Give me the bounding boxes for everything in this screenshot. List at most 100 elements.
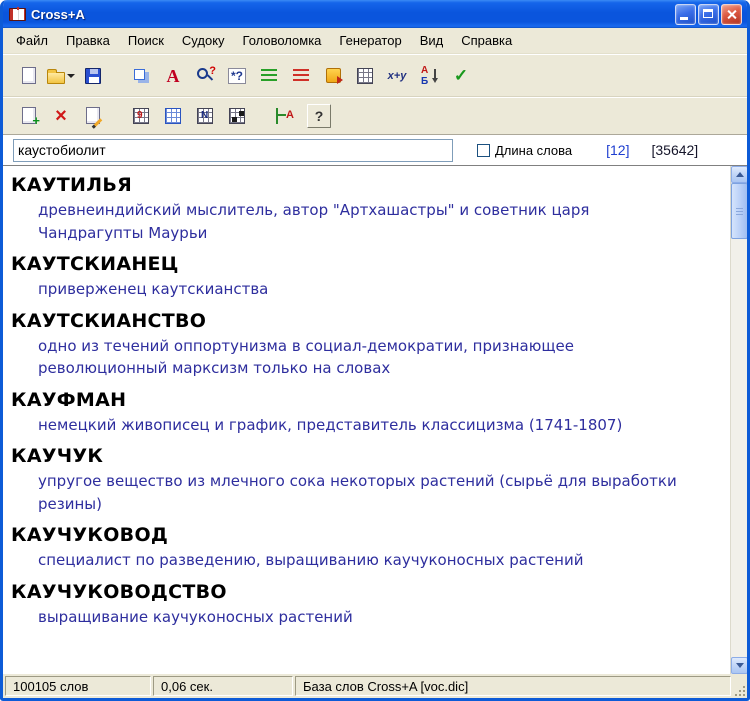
minimize-button[interactable] [675,4,696,25]
app-window: Cross+A Файл Правка Поиск Судоку Головол… [0,0,750,701]
sudoku-grid-icon: 9 [133,108,149,124]
word-length-label: Длина слова [495,143,572,158]
menu-bar: Файл Правка Поиск Судоку Головоломка Ген… [3,28,747,54]
number-grid-button[interactable]: N [189,101,221,131]
red-list-icon [293,69,309,82]
resize-grip[interactable] [732,683,746,697]
puzzle-tool-button[interactable] [317,61,349,91]
entry-word: КАУТСКИАНЕЦ [11,253,720,275]
menu-edit[interactable]: Правка [57,30,119,51]
scrollbar-thumb[interactable] [731,183,747,239]
tree-letter: А [286,109,294,121]
green-list-icon [261,69,277,82]
search-panel: Длина слова [12] [35642] [3,134,747,165]
save-button[interactable] [77,61,109,91]
word-list-button[interactable] [253,61,285,91]
entry-word: КАУЧУК [11,445,720,467]
dictionary-entry[interactable]: КАУЧУКОВОДСТВО выращивание каучуконосных… [11,581,720,629]
add-entry-button[interactable]: + [13,101,45,131]
entry-definition: немецкий живописец и график, представите… [38,414,678,437]
excluded-list-button[interactable] [285,61,317,91]
word-length-value: [12] [606,142,629,158]
scroll-up-icon [736,172,744,177]
add-page-icon: + [22,107,36,124]
dictionary-entry[interactable]: КАУТИЛЬЯ древнеиндийский мыслитель, авто… [11,174,720,244]
sudoku-grid-button[interactable]: 9 [125,101,157,131]
vertical-scrollbar[interactable] [730,166,747,674]
entry-word: КАУТСКИАНСТВО [11,310,720,332]
menu-puzzle[interactable]: Головоломка [234,30,331,51]
crossword-grid-button[interactable] [221,101,253,131]
entry-word: КАУФМАН [11,389,720,411]
title-bar[interactable]: Cross+A [3,0,747,28]
scroll-down-icon [736,663,744,668]
menu-help[interactable]: Справка [452,30,521,51]
maximize-icon [703,9,713,18]
menu-search[interactable]: Поиск [119,30,173,51]
close-icon [722,5,741,24]
match-count: [35642] [651,142,698,158]
save-floppy-icon [85,68,101,84]
entry-word: КАУТИЛЬЯ [11,174,720,196]
pattern-search-button[interactable]: *? [221,61,253,91]
grid-tool-button[interactable] [349,61,381,91]
entry-definition: одно из течений оппортунизма в социал-де… [38,335,678,380]
thesaurus-tree-button[interactable]: А [269,101,301,131]
dictionary-entry[interactable]: КАУЧУК упругое вещество из млечного сока… [11,445,720,515]
secondary-toolbar: + × 9 N А ? [3,96,747,134]
new-document-icon [22,67,36,84]
delete-x-icon: × [55,106,67,126]
app-book-icon [9,8,26,21]
edit-entry-button[interactable] [77,101,109,131]
word-length-checkbox[interactable] [477,144,490,157]
help-button[interactable]: ? [307,104,331,128]
menu-generator[interactable]: Генератор [330,30,410,51]
entry-definition: приверженец каутскианства [38,278,678,301]
edit-page-icon [86,107,100,124]
entry-list: КАУТИЛЬЯ древнеиндийский мыслитель, авто… [3,166,730,674]
copy-fragment-button[interactable] [125,61,157,91]
scroll-up-button[interactable] [731,166,747,183]
menu-sudoku[interactable]: Судоку [173,30,234,51]
maximize-button[interactable] [698,4,719,25]
sort-alphabet-button[interactable]: А Б [413,61,445,91]
open-folder-icon [47,72,65,84]
new-document-button[interactable] [13,61,45,91]
blue-grid-icon [165,108,181,124]
sort-letter-bottom: Б [421,76,428,87]
window-title: Cross+A [31,7,675,22]
menu-file[interactable]: Файл [7,30,57,51]
window-controls [675,4,742,25]
entry-definition: упругое вещество из млечного сока некото… [38,470,678,515]
menu-view[interactable]: Вид [411,30,453,51]
plus-icon: + [32,114,40,127]
dictionary-entry[interactable]: КАУТСКИАНЕЦ приверженец каутскианства [11,253,720,301]
blue-grid-button[interactable] [157,101,189,131]
status-database: База слов Cross+A [voc.dic] [295,676,731,696]
entry-definition: выращивание каучуконосных растений [38,606,678,629]
search-word-button[interactable]: ? [189,61,221,91]
font-button[interactable]: A [157,61,189,91]
grid-letter: N [201,111,208,121]
crossword-grid-icon [229,108,245,124]
formula-button[interactable]: x+y [381,61,413,91]
status-search-time: 0,06 сек. [153,676,293,696]
search-question-icon: ? [209,65,216,77]
status-bar: 100105 слов 0,06 сек. База слов Cross+A … [3,674,747,698]
close-button[interactable] [721,4,742,25]
search-input[interactable] [13,139,453,162]
dictionary-entry[interactable]: КАУФМАН немецкий живописец и график, пре… [11,389,720,437]
puzzle-icon [326,68,341,83]
apply-check-button[interactable]: ✓ [445,61,477,91]
dictionary-entry[interactable]: КАУЧУКОВОД специалист по разведению, выр… [11,524,720,572]
search-magnifier-icon [197,68,208,79]
font-icon: A [167,67,180,85]
delete-entry-button[interactable]: × [45,101,77,131]
minimize-icon [680,17,688,20]
sort-arrow-icon [434,69,436,79]
scroll-down-button[interactable] [731,657,747,674]
dictionary-entry[interactable]: КАУТСКИАНСТВО одно из течений оппортуниз… [11,310,720,380]
pattern-mask-icon: *? [228,68,246,84]
open-file-button[interactable] [45,61,77,91]
entry-definition: древнеиндийский мыслитель, автор "Артхаш… [38,199,678,244]
